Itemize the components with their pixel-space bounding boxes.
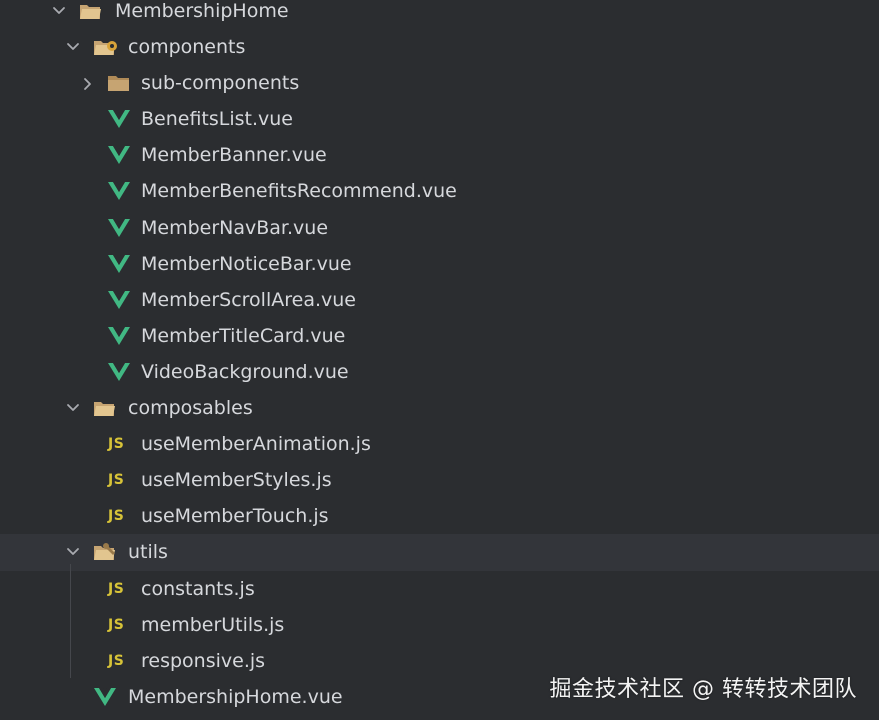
tree-row-file[interactable]: MemberTitleCard.vue [0, 318, 879, 354]
folder-open-icon [93, 390, 119, 426]
tree-row-file[interactable]: VideoBackground.vue [0, 354, 879, 390]
tree-item-label: composables [128, 397, 253, 420]
tree-row-file[interactable]: BenefitsList.vue [0, 101, 879, 137]
tree-item-label: MemberBenefitsRecommend.vue [141, 180, 457, 203]
chevron-right-icon[interactable] [79, 65, 95, 101]
js-icon: JS [108, 652, 125, 669]
js-icon: JS [108, 472, 125, 489]
chevron-down-icon[interactable] [64, 534, 80, 570]
js-icon: JS [108, 508, 125, 525]
tree-item-label: MemberNoticeBar.vue [141, 252, 352, 275]
tree-row-file[interactable]: MemberBanner.vue [0, 137, 879, 173]
tree-item-label: useMemberStyles.js [141, 469, 332, 492]
tree-row-file[interactable]: MemberNoticeBar.vue [0, 246, 879, 282]
watermark: 掘金技术社区 @ 转转技术团队 [549, 677, 857, 702]
tree-item-label: MembershipHome.vue [128, 685, 343, 708]
tree-row-utils[interactable]: utils [0, 534, 879, 571]
indent-guide-line [70, 564, 71, 678]
tree-item-label: MembershipHome [115, 0, 289, 22]
tree-row-file[interactable]: JS useMemberStyles.js [0, 462, 879, 498]
vue-icon [107, 282, 133, 318]
tree-item-label: useMemberAnimation.js [141, 433, 371, 456]
project-file-tree: MembershipHome components sub-components… [0, 0, 879, 715]
vue-icon [107, 101, 133, 137]
folder-open-icon [93, 29, 119, 65]
tree-row-file[interactable]: JS useMemberTouch.js [0, 498, 879, 534]
tree-item-label: MemberBanner.vue [141, 144, 327, 167]
vue-icon [107, 210, 133, 246]
tree-item-label: sub-components [141, 72, 300, 95]
tree-item-label: components [128, 36, 246, 59]
vue-icon [107, 246, 133, 282]
folder-open-icon [79, 0, 105, 29]
vue-icon [107, 318, 133, 354]
tree-item-label: MemberTitleCard.vue [141, 324, 346, 347]
tree-item-label: constants.js [141, 577, 255, 600]
js-icon: JS [108, 580, 125, 597]
tree-row-sub-components[interactable]: sub-components [0, 65, 879, 101]
vue-icon [93, 679, 119, 715]
tree-row-file[interactable]: MemberBenefitsRecommend.vue [0, 173, 879, 209]
tree-item-label: VideoBackground.vue [141, 360, 349, 383]
folder-icon [107, 65, 133, 101]
tree-row-file[interactable]: MemberNavBar.vue [0, 210, 879, 246]
js-icon: JS [108, 616, 125, 633]
tree-item-label: useMemberTouch.js [141, 505, 329, 528]
chevron-down-icon[interactable] [64, 29, 80, 65]
vue-icon [107, 354, 133, 390]
tree-item-label: responsive.js [141, 649, 266, 672]
vue-icon [107, 137, 133, 173]
tree-row-membershiphome[interactable]: MembershipHome [0, 0, 879, 29]
tree-row-file[interactable]: MemberScrollArea.vue [0, 282, 879, 318]
tree-item-label: MemberNavBar.vue [141, 216, 329, 239]
tree-item-label: MemberScrollArea.vue [141, 288, 356, 311]
chevron-down-icon[interactable] [50, 0, 66, 29]
tree-row-components[interactable]: components [0, 29, 879, 65]
tree-row-file[interactable]: JS constants.js [0, 571, 879, 607]
tree-item-label: utils [128, 541, 168, 564]
folder-open-icon [93, 534, 119, 570]
tree-row-composables[interactable]: composables [0, 390, 879, 426]
tree-row-file[interactable]: JS useMemberAnimation.js [0, 426, 879, 462]
tree-item-label: BenefitsList.vue [141, 108, 293, 131]
chevron-down-icon[interactable] [64, 390, 80, 426]
vue-icon [107, 173, 133, 209]
js-icon: JS [108, 436, 125, 453]
tree-item-label: memberUtils.js [141, 613, 285, 636]
tree-row-file[interactable]: JS memberUtils.js [0, 607, 879, 643]
